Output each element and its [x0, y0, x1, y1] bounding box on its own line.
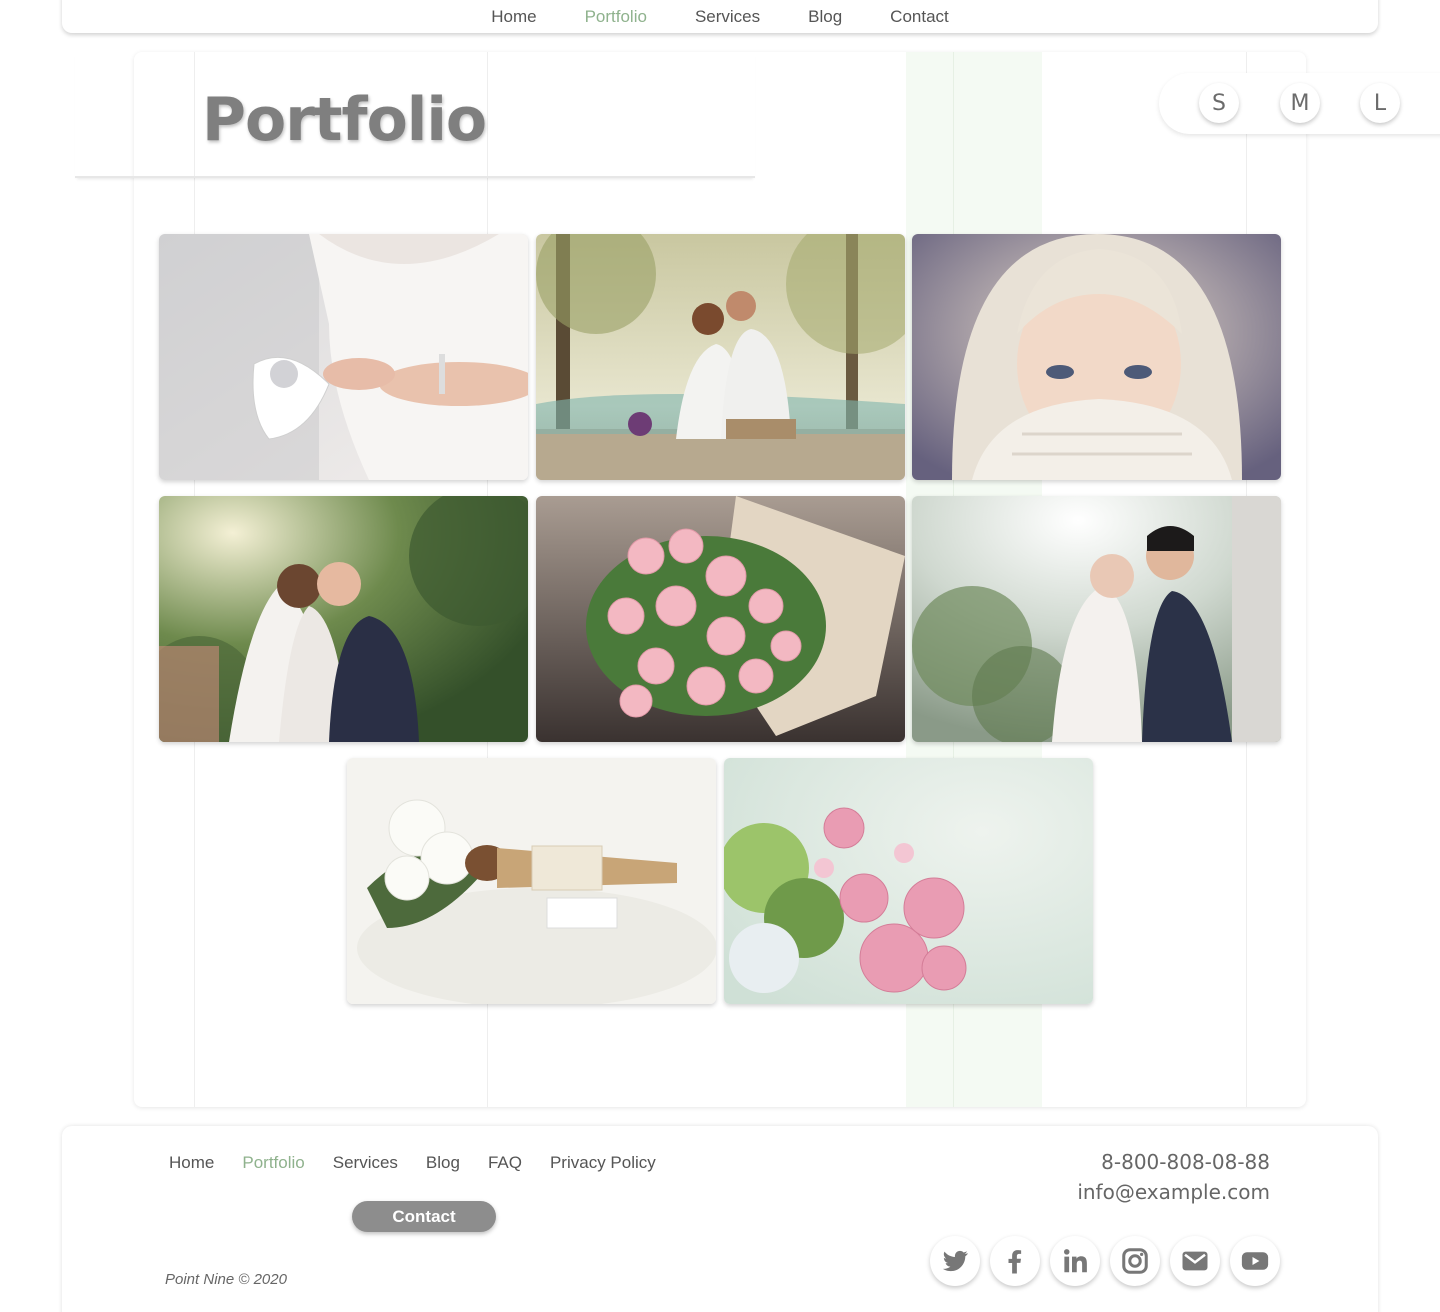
size-small-button[interactable]: S: [1199, 83, 1239, 123]
instagram-icon: [1122, 1248, 1148, 1274]
page-title: Portfolio: [202, 85, 487, 155]
footer-link-services[interactable]: Services: [333, 1153, 398, 1173]
mail-icon: [1182, 1251, 1208, 1271]
footer-link-privacy-policy[interactable]: Privacy Policy: [550, 1153, 656, 1173]
nav-home[interactable]: Home: [491, 7, 536, 27]
linkedin-icon: [1064, 1249, 1087, 1273]
gallery-photo-bride-dress[interactable]: [159, 234, 528, 480]
twitter-button[interactable]: [930, 1236, 980, 1286]
linkedin-button[interactable]: [1050, 1236, 1100, 1286]
gallery-photo-couple-kiss[interactable]: [912, 496, 1281, 742]
gallery-photo-white-bouquet[interactable]: [347, 758, 716, 1004]
mail-button[interactable]: [1170, 1236, 1220, 1286]
copyright-text: Point Nine © 2020: [165, 1271, 287, 1288]
gallery-size-switcher: S M L: [1159, 73, 1440, 134]
phone-number[interactable]: 8-800-808-08-88: [1101, 1150, 1270, 1174]
nav-contact[interactable]: Contact: [890, 7, 949, 27]
size-medium-button[interactable]: M: [1280, 83, 1320, 123]
top-navigation: Home Portfolio Services Blog Contact: [62, 0, 1378, 33]
instagram-button[interactable]: [1110, 1236, 1160, 1286]
size-large-button[interactable]: L: [1360, 83, 1400, 123]
gallery-photo-blonde-woman[interactable]: [912, 234, 1281, 480]
facebook-button[interactable]: [990, 1236, 1040, 1286]
site-footer: Home Portfolio Services Blog FAQ Privacy…: [62, 1126, 1378, 1312]
youtube-icon: [1241, 1252, 1269, 1270]
footer-navigation: Home Portfolio Services Blog FAQ Privacy…: [169, 1153, 684, 1173]
page-title-bar: Portfolio: [75, 52, 755, 178]
facebook-icon: [1008, 1250, 1022, 1274]
gallery-photo-pink-roses[interactable]: [536, 496, 905, 742]
footer-link-home[interactable]: Home: [169, 1153, 214, 1173]
footer-contact-button[interactable]: Contact: [352, 1201, 496, 1232]
youtube-button[interactable]: [1230, 1236, 1280, 1286]
footer-link-portfolio[interactable]: Portfolio: [242, 1153, 304, 1173]
email-address[interactable]: info@example.com: [1077, 1180, 1270, 1204]
gallery-photo-couple-trees[interactable]: [159, 496, 528, 742]
nav-services[interactable]: Services: [695, 7, 760, 27]
twitter-icon: [942, 1250, 968, 1272]
gallery-photo-couple-deck[interactable]: [536, 234, 905, 480]
gallery-photo-rose-hydrangea[interactable]: [724, 758, 1093, 1004]
footer-link-blog[interactable]: Blog: [426, 1153, 460, 1173]
nav-blog[interactable]: Blog: [808, 7, 842, 27]
nav-portfolio[interactable]: Portfolio: [585, 7, 647, 27]
footer-link-faq[interactable]: FAQ: [488, 1153, 522, 1173]
